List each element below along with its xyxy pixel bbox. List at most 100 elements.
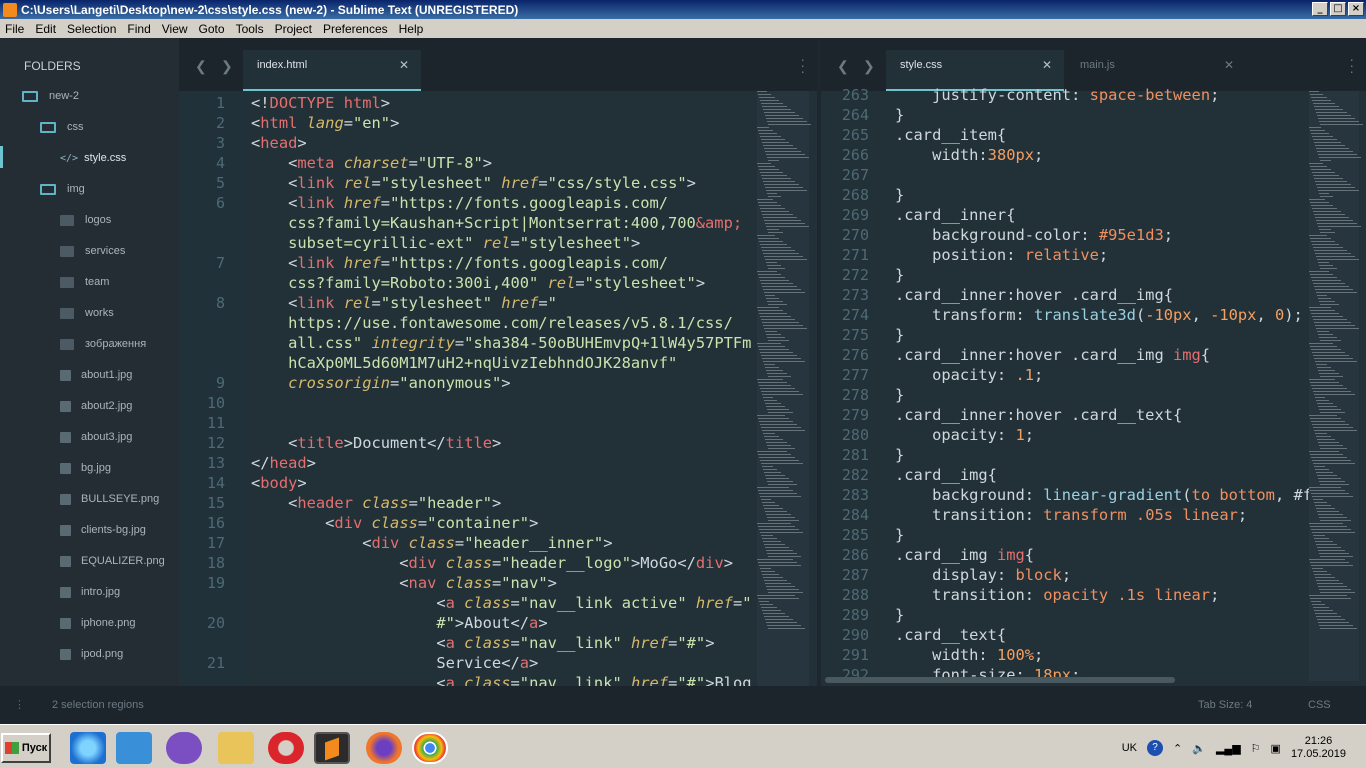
sidebar-item[interactable]: clients-bg.jpg [60, 524, 146, 536]
close-tab-icon[interactable]: ✕ [1224, 50, 1234, 80]
tab-menu-icon[interactable]: · · · [800, 52, 805, 78]
minimap-line [1310, 490, 1345, 491]
minimap-line [1314, 466, 1325, 467]
maximize-button[interactable]: □ [1330, 2, 1346, 16]
firefox-icon[interactable] [366, 732, 402, 764]
sidebar-item[interactable]: BULLSEYE.png [60, 493, 159, 505]
opera-icon[interactable] [268, 732, 304, 764]
chevron-left-icon[interactable]: ❮ [195, 58, 207, 75]
image-file-icon [60, 555, 71, 567]
sidebar-item[interactable]: services [60, 245, 125, 257]
menu-goto[interactable]: Goto [194, 22, 231, 36]
sidebar-item[interactable]: </> style.css [60, 152, 126, 164]
sidebar-item[interactable]: EQUALIZER.png [60, 555, 165, 567]
sidebar-item[interactable]: bg.jpg [60, 462, 111, 474]
clipboard-icon[interactable]: ▣ [1271, 742, 1281, 755]
sublime-text-icon[interactable] [314, 732, 350, 764]
minimap-line [762, 142, 789, 143]
menu-help[interactable]: Help [394, 22, 430, 36]
close-tab-icon[interactable]: ✕ [399, 50, 409, 80]
file-explorer-icon[interactable] [218, 732, 254, 764]
sidebar-item[interactable]: intro.jpg [60, 586, 120, 598]
internet-explorer-icon[interactable] [70, 732, 106, 764]
minimap-line [1320, 448, 1347, 449]
clock[interactable]: 21:26 17.05.2019 [1291, 735, 1346, 761]
tab-menu-icon[interactable]: · · · [1349, 52, 1354, 78]
minimap-line [1315, 217, 1349, 218]
minimap-left[interactable] [757, 91, 811, 686]
flag-icon[interactable]: ⚐ [1251, 742, 1261, 755]
minimap-line [1310, 238, 1331, 239]
menu-edit[interactable]: Edit [30, 22, 62, 36]
minimap-line [1309, 415, 1337, 416]
start-button[interactable]: Пуск [1, 733, 51, 763]
minimap-line [1320, 160, 1331, 161]
sidebar-item-label: clients-bg.jpg [81, 524, 146, 536]
minimap-line [1309, 451, 1339, 452]
minimap-line [764, 220, 801, 221]
line-number: 289 [841, 606, 869, 624]
chrome-icon[interactable] [412, 732, 448, 764]
status-tab-size[interactable]: Tab Size: 4 [1198, 699, 1252, 711]
sidebar-item[interactable]: css [40, 121, 84, 133]
sidebar-item[interactable]: about3.jpg [60, 431, 132, 443]
tray-arrow-icon[interactable]: ⌃ [1173, 742, 1182, 755]
minimize-button[interactable]: _ [1312, 2, 1328, 16]
tab-index-html[interactable]: index.html ✕ [243, 50, 421, 91]
close-tab-icon[interactable]: ✕ [1042, 50, 1052, 80]
horizontal-scrollbar[interactable] [825, 677, 1175, 683]
menu-file[interactable]: File [0, 22, 30, 36]
minimap-line [761, 463, 803, 464]
minimap-line [1320, 376, 1343, 377]
volume-icon[interactable]: 🔈 [1192, 742, 1206, 755]
chevron-right-icon[interactable]: ❯ [863, 58, 875, 75]
help-icon[interactable]: ? [1147, 740, 1164, 756]
minimap-line [767, 373, 787, 374]
minimap-line [765, 223, 805, 224]
chevron-right-icon[interactable]: ❯ [221, 58, 233, 75]
sidebar-item[interactable]: img [40, 183, 85, 195]
minimap-line [1311, 133, 1329, 134]
chevron-left-icon[interactable]: ❮ [837, 58, 849, 75]
menu-find[interactable]: Find [122, 22, 156, 36]
minimap-line [757, 451, 787, 452]
minimap-line [1310, 166, 1327, 167]
minimap-line [1312, 244, 1339, 245]
sidebar-item[interactable]: new-2 [22, 90, 79, 102]
menu-tools[interactable]: Tools [231, 22, 270, 36]
minimap-line [1319, 337, 1337, 338]
minimap-line [762, 538, 777, 539]
minimap-line [1314, 322, 1351, 323]
sidebar-item[interactable]: зображення [60, 338, 146, 350]
minimap-line [1315, 541, 1333, 542]
sidebar-item[interactable]: logos [60, 214, 111, 226]
menu-view[interactable]: View [157, 22, 194, 36]
minimap-line [1313, 103, 1335, 104]
minimap-line [1318, 442, 1339, 443]
code-css[interactable]: justify-content: space-between; } .card_… [895, 85, 1312, 685]
viber-icon[interactable] [166, 732, 202, 764]
media-player-icon[interactable] [116, 732, 152, 764]
sidebar-item[interactable]: team [60, 276, 109, 288]
sidebar-item[interactable]: iphone.png [60, 617, 135, 629]
status-syntax[interactable]: CSS [1308, 699, 1331, 711]
menu-project[interactable]: Project [270, 22, 318, 36]
sidebar-item[interactable]: about1.jpg [60, 369, 132, 381]
line-number: 279 [841, 406, 869, 424]
sidebar-item[interactable]: works [60, 307, 114, 319]
minimap-right[interactable] [1309, 91, 1363, 681]
signal-icon[interactable]: ▂▄▆ [1216, 742, 1241, 755]
minimap-line [763, 469, 777, 470]
code-html[interactable]: <!DOCTYPE html> <html lang="en"> <head> … [251, 93, 752, 686]
menu-preferences[interactable]: Preferences [318, 22, 394, 36]
sidebar-item[interactable]: ipod.png [60, 648, 123, 660]
minimap-line [1314, 358, 1353, 359]
minimap-line [1315, 181, 1347, 182]
panel-toggle-icon[interactable]: ⋮ [14, 698, 25, 711]
minimap-line [1314, 286, 1349, 287]
sidebar-item[interactable]: about2.jpg [60, 400, 132, 412]
close-window-button[interactable]: × [1348, 2, 1364, 16]
minimap-line [762, 502, 775, 503]
language-indicator[interactable]: UK [1122, 742, 1137, 754]
menu-selection[interactable]: Selection [62, 22, 122, 36]
